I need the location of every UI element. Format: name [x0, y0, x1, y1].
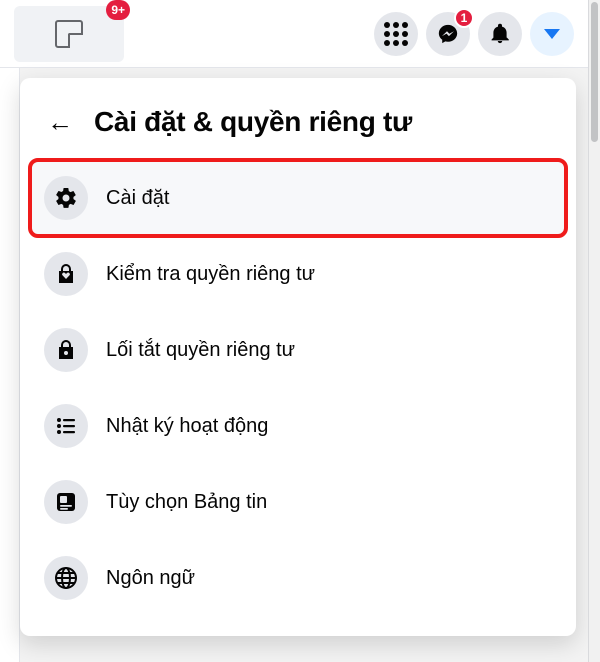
bell-icon: [489, 23, 511, 45]
settings-menu: Cài đặt Kiểm tra quyền riêng tư Lối tắt …: [30, 160, 566, 616]
lock-heart-icon: [44, 252, 88, 296]
scrollbar-thumb[interactable]: [591, 2, 598, 142]
lock-icon: [44, 328, 88, 372]
gaming-tab-button[interactable]: 9+: [14, 6, 124, 62]
panel-header: ← Cài đặt & quyền riêng tư: [30, 94, 566, 160]
menu-item-privacy-shortcuts[interactable]: Lối tắt quyền riêng tư: [30, 312, 566, 388]
back-button[interactable]: ←: [42, 104, 78, 140]
messenger-notification-badge: 1: [454, 8, 474, 28]
notifications-button[interactable]: [478, 12, 522, 56]
list-icon: [44, 404, 88, 448]
vertical-scrollbar[interactable]: [588, 0, 600, 662]
menu-item-label: Cài đặt: [106, 187, 169, 210]
left-column-sliver: [0, 68, 20, 662]
account-menu-button[interactable]: [530, 12, 574, 56]
top-nav-bar: 9+ 1: [0, 0, 588, 68]
messenger-button[interactable]: 1: [426, 12, 470, 56]
menu-item-label: Nhật ký hoạt động: [106, 415, 268, 438]
menu-item-label: Tùy chọn Bảng tin: [106, 491, 267, 514]
top-nav-left: 9+: [14, 6, 124, 62]
menu-item-news-feed-preferences[interactable]: Tùy chọn Bảng tin: [30, 464, 566, 540]
menu-grid-icon: [384, 22, 408, 46]
menu-item-privacy-checkup[interactable]: Kiểm tra quyền riêng tư: [30, 236, 566, 312]
caret-down-icon: [544, 29, 560, 39]
panel-title: Cài đặt & quyền riêng tư: [94, 106, 412, 138]
feed-icon: [44, 480, 88, 524]
arrow-left-icon: ←: [47, 109, 73, 135]
top-nav-right: 1: [374, 12, 574, 56]
menu-button[interactable]: [374, 12, 418, 56]
menu-item-label: Lối tắt quyền riêng tư: [106, 339, 295, 362]
menu-item-settings[interactable]: Cài đặt: [30, 160, 566, 236]
menu-item-label: Kiểm tra quyền riêng tư: [106, 263, 315, 286]
menu-item-label: Ngôn ngữ: [106, 567, 195, 590]
menu-item-language[interactable]: Ngôn ngữ: [30, 540, 566, 616]
messenger-icon: [437, 23, 459, 45]
globe-icon: [44, 556, 88, 600]
menu-item-activity-log[interactable]: Nhật ký hoạt động: [30, 388, 566, 464]
gear-icon: [44, 176, 88, 220]
gaming-icon: [55, 20, 83, 48]
gaming-notification-badge: 9+: [106, 0, 130, 20]
settings-privacy-panel: ← Cài đặt & quyền riêng tư Cài đặt Kiểm …: [20, 78, 576, 636]
